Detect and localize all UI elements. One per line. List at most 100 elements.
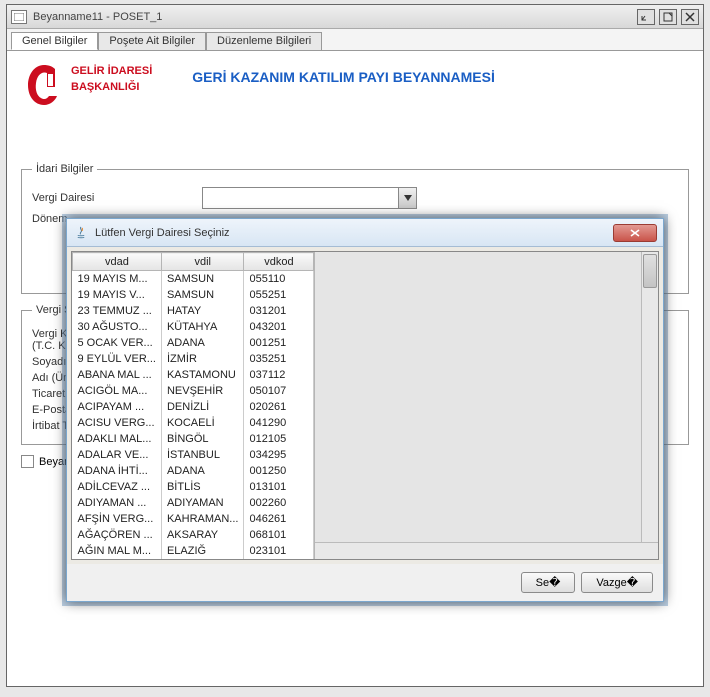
app-icon [11, 10, 27, 24]
close-button[interactable] [681, 9, 699, 25]
table-row[interactable]: AĞIN MAL M...ELAZIĞ023101 [73, 543, 314, 559]
cell-vdad: AFŞİN VERG... [73, 511, 162, 527]
tab-genel-bilgiler[interactable]: Genel Bilgiler [11, 32, 98, 50]
cell-vdil: ELAZIĞ [161, 543, 244, 559]
cell-vdad: 30 AĞUSTO... [73, 319, 162, 335]
table-row[interactable]: ACIGÖL MA...NEVŞEHİR050107 [73, 383, 314, 399]
cell-vdad: ADAKLI MAL... [73, 431, 162, 447]
cell-vdil: KASTAMONU [161, 367, 244, 383]
table-row[interactable]: ADIYAMAN ...ADIYAMAN002260 [73, 495, 314, 511]
column-vdil[interactable]: vdil [161, 253, 244, 271]
cell-vdad: 5 OCAK VER... [73, 335, 162, 351]
cell-vdil: NEVŞEHİR [161, 383, 244, 399]
horizontal-scrollbar[interactable] [315, 542, 658, 559]
dialog-body: vdad vdil vdkod 19 MAYIS M...SAMSUN05511… [67, 247, 663, 564]
vergi-dairesi-combo[interactable] [202, 187, 417, 209]
cell-vdad: 23 TEMMUZ ... [73, 303, 162, 319]
cell-vdad: ABANA MAL ... [73, 367, 162, 383]
cell-vdil: KAHRAMAN... [161, 511, 244, 527]
idari-legend: İdari Bilgiler [32, 163, 97, 175]
titlebar: Beyanname11 - POSET_1 [7, 5, 703, 29]
cell-vdil: İSTANBUL [161, 447, 244, 463]
grid-empty-area [314, 252, 658, 559]
table-row[interactable]: AFŞİN VERG...KAHRAMAN...046261 [73, 511, 314, 527]
maximize-button[interactable] [659, 9, 677, 25]
org-line2: BAŞKANLIĞI [71, 79, 152, 95]
cell-vdil: HATAY [161, 303, 244, 319]
table-row[interactable]: 30 AĞUSTO...KÜTAHYA043201 [73, 319, 314, 335]
scrollbar-thumb[interactable] [643, 254, 657, 288]
table-row[interactable]: 23 TEMMUZ ...HATAY031201 [73, 303, 314, 319]
column-vdad[interactable]: vdad [73, 253, 162, 271]
cell-vdil: SAMSUN [161, 287, 244, 303]
cell-vdad: ADANA İHTİ... [73, 463, 162, 479]
java-icon [73, 225, 89, 241]
org-line1: GELİR İDARESİ [71, 63, 152, 79]
table-row[interactable]: ADANA İHTİ...ADANA001250 [73, 463, 314, 479]
table-row[interactable]: ADAKLI MAL...BİNGÖL012105 [73, 431, 314, 447]
cell-vdkod: 012105 [244, 431, 314, 447]
cell-vdkod: 020261 [244, 399, 314, 415]
cell-vdkod: 055110 [244, 271, 314, 287]
table-row[interactable]: AĞAÇÖREN ...AKSARAY068101 [73, 527, 314, 543]
cell-vdad: 19 MAYIS V... [73, 287, 162, 303]
dialog-titlebar: Lütfen Vergi Dairesi Seçiniz [67, 219, 663, 247]
cell-vdil: BİTLİS [161, 479, 244, 495]
cell-vdil: ADIYAMAN [161, 495, 244, 511]
table-row[interactable]: 5 OCAK VER...ADANA001251 [73, 335, 314, 351]
tab-duzenleme-bilgileri[interactable]: Düzenleme Bilgileri [206, 32, 322, 50]
cell-vdad: 9 EYLÜL VER... [73, 351, 162, 367]
cell-vdad: ACISU VERG... [73, 415, 162, 431]
window-title: Beyanname11 - POSET_1 [33, 11, 637, 23]
cell-vdkod: 001250 [244, 463, 314, 479]
table-row[interactable]: ACIPAYAM ...DENİZLİ020261 [73, 399, 314, 415]
beyar-label: Beyar [39, 456, 68, 468]
cell-vdkod: 041290 [244, 415, 314, 431]
cell-vdil: KÜTAHYA [161, 319, 244, 335]
vergi-dairesi-table[interactable]: vdad vdil vdkod 19 MAYIS M...SAMSUN05511… [72, 252, 314, 559]
cell-vdkod: 013101 [244, 479, 314, 495]
vertical-scrollbar[interactable] [641, 252, 658, 542]
cell-vdkod: 035251 [244, 351, 314, 367]
cell-vdkod: 043201 [244, 319, 314, 335]
cell-vdkod: 037112 [244, 367, 314, 383]
cell-vdad: ACIPAYAM ... [73, 399, 162, 415]
cell-vdad: ADIYAMAN ... [73, 495, 162, 511]
dialog-close-button[interactable] [613, 224, 657, 242]
cell-vdkod: 068101 [244, 527, 314, 543]
cell-vdkod: 031201 [244, 303, 314, 319]
cell-vdil: ADANA [161, 335, 244, 351]
vergi-dairesi-dialog: Lütfen Vergi Dairesi Seçiniz vdad vdil v… [66, 218, 664, 602]
cell-vdkod: 001251 [244, 335, 314, 351]
cell-vdil: KOCAELİ [161, 415, 244, 431]
cell-vdad: ADALAR VE... [73, 447, 162, 463]
cell-vdkod: 034295 [244, 447, 314, 463]
table-row[interactable]: 19 MAYIS V...SAMSUN055251 [73, 287, 314, 303]
cell-vdil: DENİZLİ [161, 399, 244, 415]
chevron-down-icon[interactable] [398, 188, 416, 208]
table-row[interactable]: ADİLCEVAZ ...BİTLİS013101 [73, 479, 314, 495]
cancel-button[interactable]: Vazge� [581, 572, 653, 593]
beyar-checkbox[interactable] [21, 455, 34, 468]
cell-vdkod: 023101 [244, 543, 314, 559]
dialog-title: Lütfen Vergi Dairesi Seçiniz [95, 227, 613, 239]
cell-vdil: SAMSUN [161, 271, 244, 287]
cell-vdad: 19 MAYIS M... [73, 271, 162, 287]
tab-strip: Genel Bilgiler Poşete Ait Bilgiler Düzen… [7, 29, 703, 51]
cell-vdil: BİNGÖL [161, 431, 244, 447]
table-row[interactable]: ACISU VERG...KOCAELİ041290 [73, 415, 314, 431]
gib-logo [25, 63, 63, 107]
cell-vdkod: 050107 [244, 383, 314, 399]
vergi-dairesi-label: Vergi Dairesi [32, 192, 202, 204]
table-row[interactable]: ADALAR VE...İSTANBUL034295 [73, 447, 314, 463]
column-vdkod[interactable]: vdkod [244, 253, 314, 271]
table-row[interactable]: ABANA MAL ...KASTAMONU037112 [73, 367, 314, 383]
table-row[interactable]: 19 MAYIS M...SAMSUN055110 [73, 271, 314, 287]
tab-posete-ait-bilgiler[interactable]: Poşete Ait Bilgiler [98, 32, 206, 50]
table-row[interactable]: 9 EYLÜL VER...İZMİR035251 [73, 351, 314, 367]
cell-vdil: İZMİR [161, 351, 244, 367]
minimize-button[interactable] [637, 9, 655, 25]
cell-vdil: ADANA [161, 463, 244, 479]
select-button[interactable]: Se� [521, 572, 576, 593]
cell-vdad: AĞIN MAL M... [73, 543, 162, 559]
